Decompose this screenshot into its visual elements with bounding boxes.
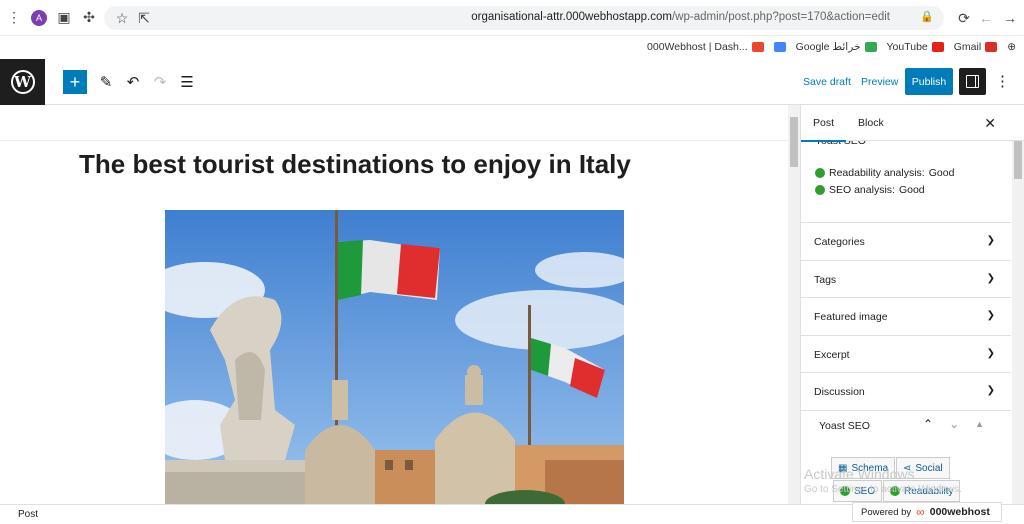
tab-post[interactable]: Post	[801, 105, 847, 142]
chevron-down-icon: ❯	[986, 385, 995, 396]
editor-scrollbar[interactable]	[788, 105, 800, 504]
readability-analysis: Readability analysis: Good	[815, 167, 954, 179]
address-bar[interactable]: ☆ ⇱ organisational-attr.000webhostapp.co…	[104, 6, 944, 30]
preview-button[interactable]: Preview	[861, 76, 898, 88]
url-text: organisational-attr.000webhostapp.com/wp…	[471, 11, 890, 23]
chevron-up-icon[interactable]: ⌃	[923, 417, 933, 431]
chevron-down-icon[interactable]: ⌄	[949, 417, 959, 431]
panel-label: Discussion	[814, 385, 865, 398]
bookmark-label: Gmail	[953, 41, 982, 53]
panel-tags[interactable]: Tags ❯	[801, 260, 1011, 298]
powered-by-badge[interactable]: Powered by ∞ 000webhost	[852, 502, 1002, 522]
profile-initial: A	[31, 9, 47, 26]
editor-scroll-thumb[interactable]	[790, 117, 798, 167]
analysis-label: Readability analysis:	[829, 167, 925, 179]
close-icon[interactable]: ✕	[984, 115, 996, 132]
powered-prefix: Powered by	[861, 506, 912, 518]
bookmark-docs[interactable]	[773, 42, 786, 52]
docs-icon	[773, 42, 786, 52]
profile-avatar[interactable]: A	[28, 7, 50, 29]
panel-label: Categories	[814, 235, 865, 248]
panel-discussion[interactable]: Discussion ❯	[801, 372, 1011, 410]
add-block-button[interactable]: +	[63, 70, 87, 94]
extensions-icon[interactable]: ✣	[78, 7, 100, 29]
edit-pencil-icon[interactable]: ✎	[96, 72, 116, 92]
panel-excerpt[interactable]: Excerpt ❯	[801, 335, 1011, 373]
editor-toolbar: W + ✎ ↶ ↷ ☰ Save draft Preview Publish ⋮	[0, 58, 1024, 105]
settings-sidebar: Post Block ✕ Yoast SEO Readability analy…	[800, 105, 1024, 504]
sidebar-panel-icon[interactable]: ▣	[53, 7, 75, 29]
gmail-icon	[985, 42, 998, 52]
powered-brand: 000webhost	[929, 506, 990, 518]
chevron-down-icon: ❯	[986, 348, 995, 359]
editor-header-band	[0, 105, 800, 141]
smiley-good-icon	[815, 168, 825, 178]
yoast-button-label: Social	[915, 462, 943, 474]
list-view-icon[interactable]: ☰	[177, 72, 197, 92]
url-host: organisational-attr.000webhostapp.com	[471, 11, 672, 23]
bookmark-star-icon[interactable]: ☆	[111, 7, 133, 29]
editor-canvas: The best tourist destinations to enjoy i…	[0, 105, 800, 504]
redo-icon[interactable]: ↷	[150, 72, 170, 92]
sidebar-icon	[966, 75, 979, 88]
webhost-logo-icon: ∞	[916, 505, 925, 519]
bookmark-google-maps[interactable]: Google خرائط	[796, 41, 877, 53]
chevron-down-icon: ❯	[986, 273, 995, 284]
analysis-value: Good	[898, 184, 925, 196]
lock-icon: 🔒	[920, 11, 934, 23]
wordpress-icon: W	[10, 69, 35, 94]
seo-analysis: SEO analysis: Good	[815, 184, 925, 196]
more-options-icon[interactable]: ⋮	[995, 72, 1010, 90]
webhost-icon	[751, 42, 764, 52]
share-icon[interactable]: ⇱	[133, 7, 155, 29]
breadcrumb-post[interactable]: Post	[18, 509, 38, 520]
browser-toolbar: ⋮ A ▣ ✣ ☆ ⇱ organisational-attr.000webho…	[0, 0, 1024, 36]
analysis-value: Good	[928, 167, 955, 179]
activate-windows-subtext: Go to Settings to activate Windows.	[804, 484, 962, 495]
bookmarks-bar: 000Webhost | Dash... Google خرائط YouTub…	[0, 36, 1024, 58]
reload-icon[interactable]: ⟳	[953, 7, 975, 29]
forward-icon[interactable]: →	[999, 7, 1021, 29]
back-icon[interactable]: ←	[975, 7, 997, 29]
sidebar-scrollbar[interactable]	[1012, 105, 1024, 504]
panel-featured-image[interactable]: Featured image ❯	[801, 297, 1011, 335]
sidebar-tabs: Post Block ✕	[801, 105, 1024, 142]
panel-label: Excerpt	[814, 348, 850, 361]
bookmark-youtube[interactable]: YouTube	[887, 41, 944, 53]
activate-windows-watermark: Activate Windows	[804, 466, 915, 482]
panel-label: Tags	[814, 273, 837, 286]
youtube-icon	[931, 42, 944, 52]
panel-divider	[801, 410, 1011, 411]
undo-icon[interactable]: ↶	[123, 72, 143, 92]
post-title[interactable]: The best tourist destinations to enjoy i…	[79, 149, 631, 180]
bookmark-label: YouTube	[886, 41, 928, 53]
analysis-label: SEO analysis:	[829, 184, 895, 196]
bookmark-label: 000Webhost | Dash...	[647, 41, 748, 53]
settings-toggle-button[interactable]	[959, 68, 986, 95]
rome-flags-image	[165, 210, 624, 504]
bookmark-gmail[interactable]: Gmail	[953, 41, 998, 53]
yoast-metabox-controls: ⌃ ⌄ ▲	[923, 417, 984, 431]
maps-icon	[864, 42, 877, 52]
chevron-down-icon: ❯	[986, 310, 995, 321]
tab-block[interactable]: Block	[846, 105, 896, 141]
chevron-down-icon: ❯	[986, 235, 995, 246]
bookmark-label: Google خرائط	[795, 41, 861, 53]
bookmark-webhost[interactable]: 000Webhost | Dash...	[647, 41, 764, 53]
yoast-seo-metabox-title: Yoast SEO	[819, 420, 870, 432]
wordpress-logo[interactable]: W	[0, 58, 45, 105]
featured-image-block[interactable]	[165, 210, 624, 504]
globe-icon[interactable]: ⊕	[1007, 41, 1016, 53]
menu-dots-icon[interactable]: ⋮	[3, 7, 25, 29]
panel-categories[interactable]: Categories ❯	[801, 222, 1011, 260]
move-up-triangle-icon[interactable]: ▲	[975, 417, 984, 431]
save-draft-button[interactable]: Save draft	[803, 76, 851, 88]
publish-button[interactable]: Publish	[905, 68, 953, 95]
panel-label: Featured image	[814, 310, 888, 323]
url-path: /wp-admin/post.php?post=170&action=edit	[671, 11, 890, 23]
smiley-good-icon	[815, 185, 825, 195]
